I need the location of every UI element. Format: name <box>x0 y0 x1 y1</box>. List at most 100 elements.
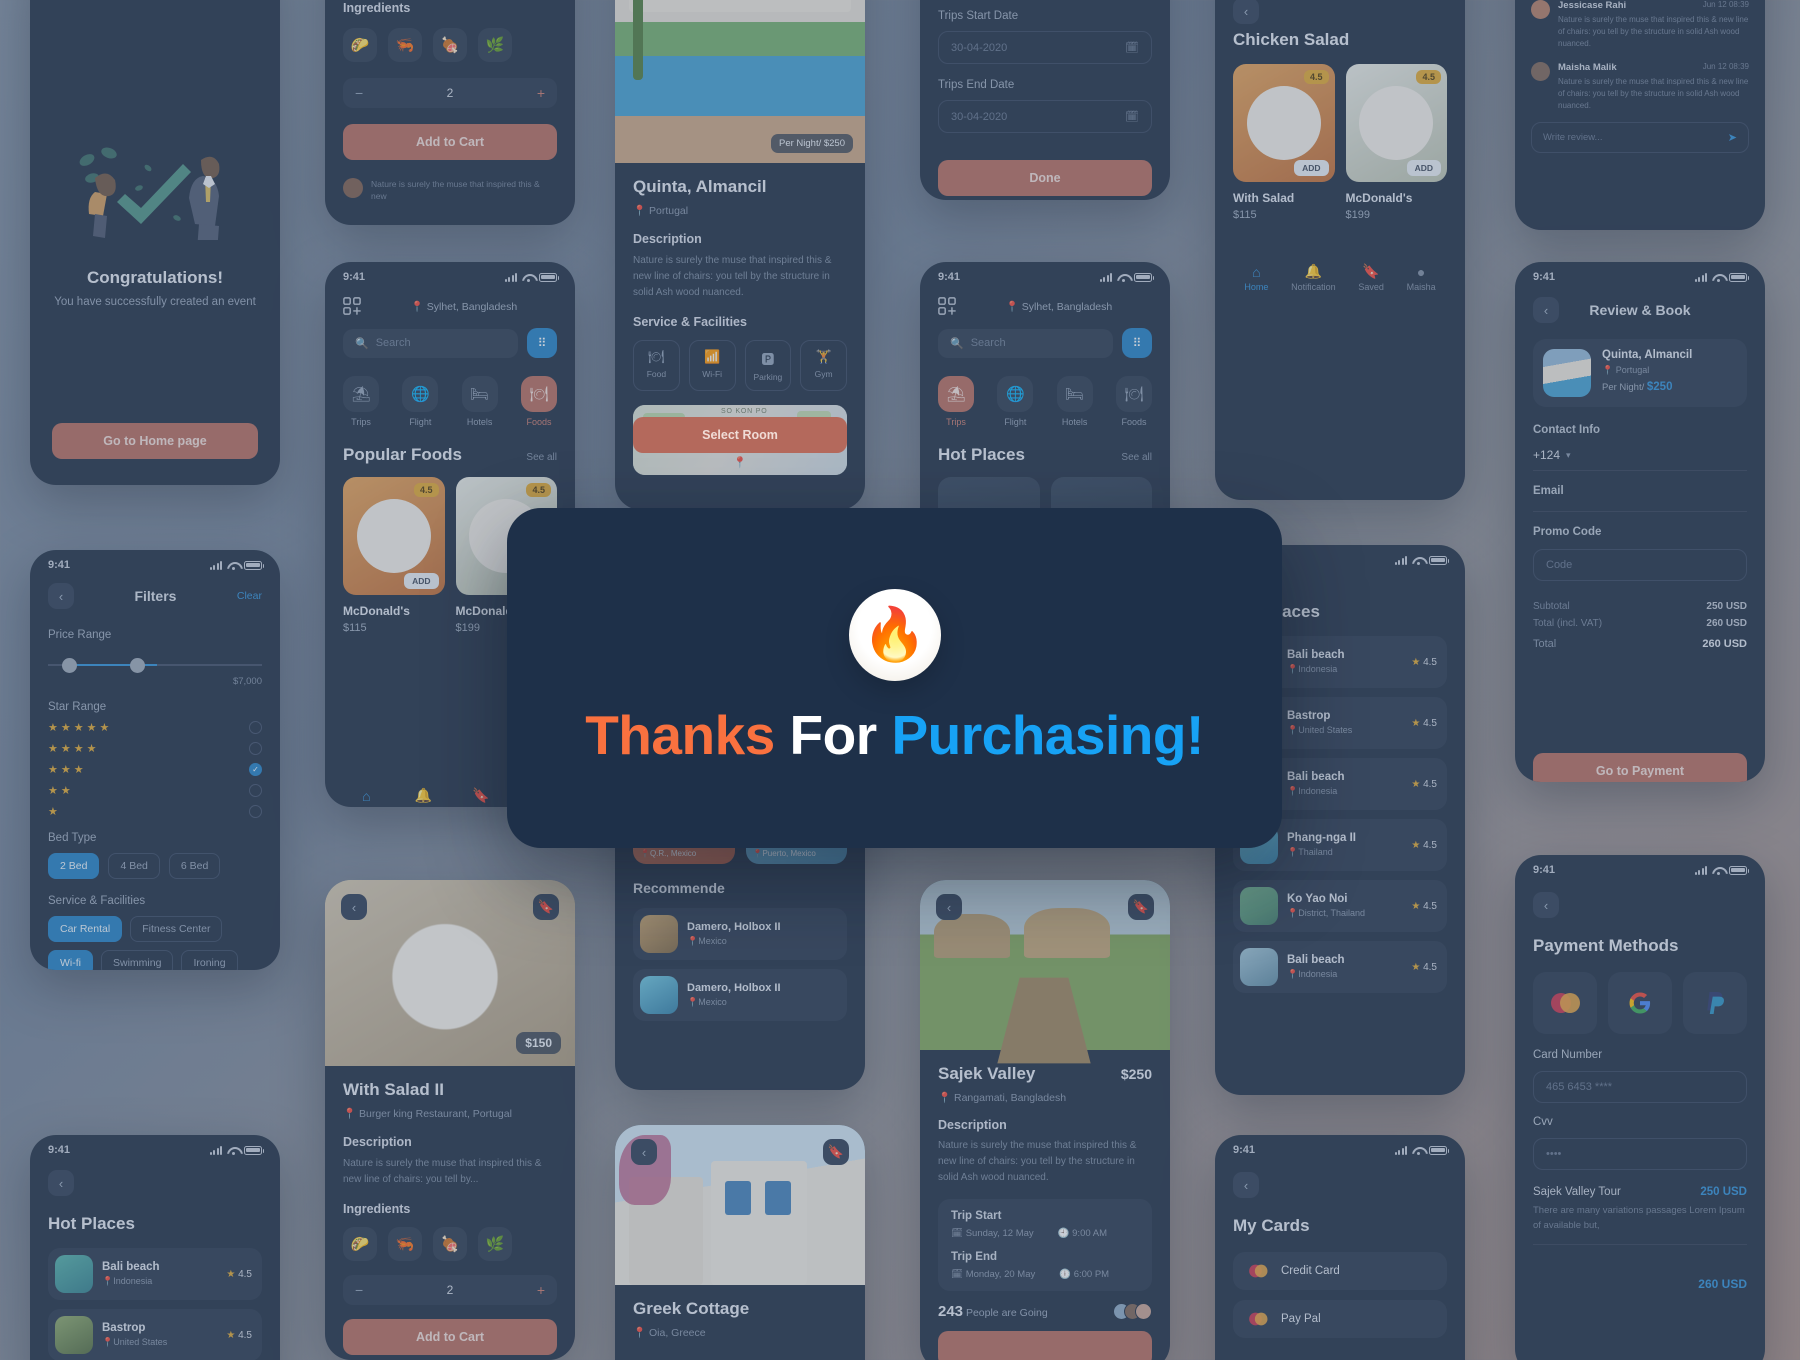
trip-end-input[interactable]: 30-04-2020 🗓 <box>938 100 1152 133</box>
grid-add-icon[interactable] <box>938 297 956 315</box>
hot-place-row[interactable]: Ko Yao Noi 📍District, Thailand ★ 4.5 <box>1233 880 1447 932</box>
cvv-input[interactable]: •••• <box>1533 1138 1747 1170</box>
back-button[interactable]: ‹ <box>1233 1172 1259 1198</box>
add-button[interactable]: ADD <box>404 573 439 589</box>
star-range-row[interactable]: ★★★ ✓ <box>48 763 262 776</box>
facility-food[interactable]: 🍽 Food <box>633 340 680 391</box>
category-foods[interactable]: 🍽 Foods <box>520 376 557 427</box>
clear-filters-button[interactable]: Clear <box>237 590 262 602</box>
tab-saved[interactable]: 🔖Saved <box>468 787 494 807</box>
category-foods[interactable]: 🍽 Foods <box>1115 376 1152 427</box>
back-button[interactable]: ‹ <box>1533 892 1559 918</box>
recommend-list[interactable]: Damero, Holbox II 📍Mexico Damero, Holbox… <box>633 908 847 1021</box>
food-card[interactable]: 4.5 ADD McDonald's $199 <box>1345 64 1447 221</box>
back-button[interactable]: ‹ <box>48 1170 74 1196</box>
bed-option[interactable]: 6 Bed <box>168 853 221 879</box>
bookmark-button[interactable]: 🔖 <box>1128 894 1154 920</box>
tab-bar[interactable]: ⌂Home 🔔Notification 🔖Saved ●Maisha <box>1233 257 1447 292</box>
facility-gym[interactable]: 🏋 Gym <box>800 340 847 391</box>
price-range-slider[interactable] <box>48 654 262 676</box>
book-now-button[interactable] <box>938 1331 1152 1360</box>
phone-field[interactable]: +124 ▾ <box>1533 448 1747 462</box>
go-home-button[interactable]: Go to Home page <box>52 423 258 459</box>
calendar-icon[interactable]: 🗓 <box>1125 41 1139 54</box>
radio-button[interactable] <box>249 784 262 797</box>
category-row[interactable]: ⛱ Trips 🌐 Flight 🛏 Hotels 🍽 Foods <box>343 376 557 427</box>
decrease-button[interactable]: − <box>355 85 363 101</box>
star-range-row[interactable]: ★★★★ <box>48 742 262 755</box>
review-input[interactable]: Write review... ➤ <box>1531 122 1749 153</box>
increase-button[interactable]: + <box>537 1282 545 1298</box>
hot-place-row[interactable]: Bastrop 📍United States ★ 4.5 <box>48 1309 262 1360</box>
category-trips[interactable]: ⛱ Trips <box>938 376 974 427</box>
increase-button[interactable]: + <box>537 85 545 101</box>
bed-type-options[interactable]: 2 Bed 4 Bed 6 Bed <box>48 853 262 879</box>
bookmark-button[interactable]: 🔖 <box>823 1139 849 1165</box>
radio-button[interactable]: ✓ <box>249 763 262 776</box>
select-room-button[interactable]: Select Room <box>633 417 847 453</box>
filter-button[interactable]: ⠿ <box>527 328 557 358</box>
star-range-row[interactable]: ★ <box>48 805 262 818</box>
card-row[interactable]: Credit Card <box>1233 1252 1447 1290</box>
hot-place-row[interactable]: Bali beach 📍Indonesia ★ 4.5 <box>1233 941 1447 993</box>
card-number-input[interactable]: 465 6453 **** <box>1533 1071 1747 1103</box>
tab-notification[interactable]: 🔔Notification <box>1291 263 1336 292</box>
category-hotels[interactable]: 🛏 Hotels <box>461 376 498 427</box>
paypal-icon[interactable] <box>1683 972 1747 1034</box>
tab-home[interactable]: ⌂Home <box>1244 264 1268 292</box>
category-row[interactable]: ⛱ Trips 🌐 Flight 🛏 Hotels 🍽 Foods <box>938 376 1152 427</box>
quantity-stepper[interactable]: − 2 + <box>343 1275 557 1305</box>
card-list[interactable]: Credit Card Pay Pal <box>1233 1252 1447 1338</box>
search-input[interactable]: 🔍 Search <box>343 328 518 358</box>
food-card[interactable]: 4.5 ADD With Salad $115 <box>1233 64 1335 221</box>
see-all-link[interactable]: See all <box>526 452 557 463</box>
tab-saved[interactable]: 🔖Saved <box>1358 263 1384 292</box>
food-cards[interactable]: 4.5 ADD With Salad $115 4.5 ADD McDonald… <box>1233 64 1447 221</box>
category-trips[interactable]: ⛱ Trips <box>343 376 379 427</box>
decrease-button[interactable]: − <box>355 1282 363 1298</box>
service-option[interactable]: Ironing <box>181 950 238 970</box>
back-button[interactable]: ‹ <box>1533 297 1559 323</box>
back-button[interactable]: ‹ <box>1233 0 1259 24</box>
facilities-row[interactable]: 🍽 Food 📶 Wi-Fi 🅿 Parking 🏋 Gym <box>633 340 847 391</box>
back-button[interactable]: ‹ <box>631 1139 657 1165</box>
radio-button[interactable] <box>249 805 262 818</box>
star-range-row[interactable]: ★★ <box>48 784 262 797</box>
food-card[interactable]: 4.5 ADD McDonald's $115 <box>343 477 445 634</box>
mastercard-icon[interactable] <box>1533 972 1597 1034</box>
payment-method-options[interactable] <box>1533 972 1747 1034</box>
tab-notification[interactable]: 🔔Notification <box>401 787 446 807</box>
google-pay-icon[interactable] <box>1608 972 1672 1034</box>
service-options[interactable]: Car Rental Fitness Center Wi-fi Swimming Iro… <box>48 916 248 970</box>
star-range-row[interactable]: ★★★★★ <box>48 721 262 734</box>
hotel-summary-card[interactable]: Quinta, Almancil 📍 Portugal Per Night/ $… <box>1533 339 1747 407</box>
category-flight[interactable]: 🌐 Flight <box>402 376 439 427</box>
bed-option[interactable]: 4 Bed <box>108 853 160 879</box>
add-button[interactable]: ADD <box>1294 160 1329 176</box>
category-flight[interactable]: 🌐 Flight <box>997 376 1034 427</box>
chevron-down-icon[interactable]: ▾ <box>1566 450 1571 461</box>
go-to-payment-button[interactable]: Go to Payment <box>1533 753 1747 782</box>
trip-start-input[interactable]: 30-04-2020 🗓 <box>938 31 1152 64</box>
add-button[interactable]: ADD <box>1406 160 1441 176</box>
back-button[interactable]: ‹ <box>341 894 367 920</box>
location-label[interactable]: 📍 Sylhet, Bangladesh <box>966 300 1152 313</box>
hot-place-row[interactable]: Bali beach 📍Indonesia ★ 4.5 <box>48 1248 262 1300</box>
back-button[interactable]: ‹ <box>48 583 74 609</box>
facility-wifi[interactable]: 📶 Wi-Fi <box>688 340 736 391</box>
service-option[interactable]: Fitness Center <box>130 916 223 942</box>
service-option[interactable]: Car Rental <box>48 916 123 942</box>
location-label[interactable]: 📍 Sylhet, Bangladesh <box>371 300 557 313</box>
grid-add-icon[interactable] <box>343 297 361 315</box>
add-to-cart-button[interactable]: Add to Cart <box>343 124 557 160</box>
facility-parking[interactable]: 🅿 Parking <box>744 340 792 391</box>
tab-maisha[interactable]: ●Maisha <box>1407 264 1436 292</box>
category-hotels[interactable]: 🛏 Hotels <box>1056 376 1093 427</box>
quantity-stepper[interactable]: − 2 + <box>343 78 557 108</box>
recommend-row[interactable]: Damero, Holbox II 📍Mexico <box>633 908 847 960</box>
filter-button[interactable]: ⠿ <box>1122 328 1152 358</box>
search-input[interactable]: 🔍 Search <box>938 328 1113 358</box>
see-all-link[interactable]: See all <box>1121 452 1152 463</box>
dates-done-button[interactable]: Done <box>938 160 1152 196</box>
promo-input[interactable]: Code <box>1533 549 1747 581</box>
